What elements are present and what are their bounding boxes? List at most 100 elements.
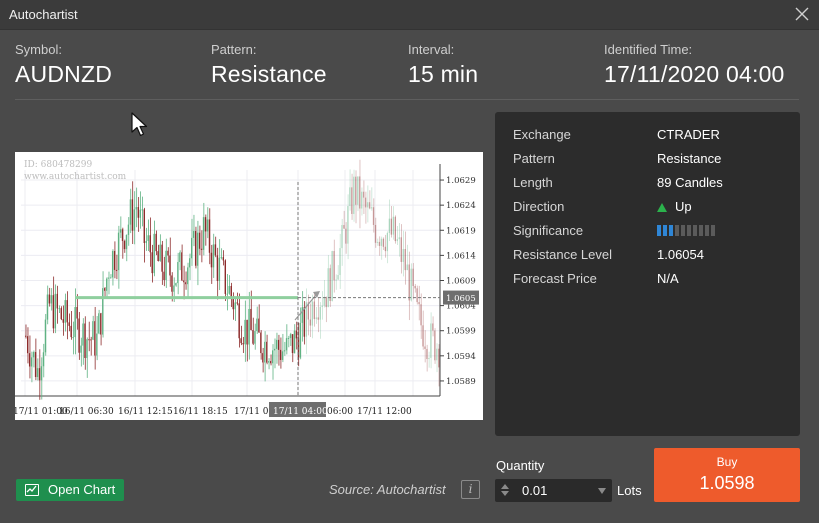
candle-body: [428, 357, 430, 360]
buy-button[interactable]: Buy 1.0598: [654, 448, 800, 502]
candle-body: [230, 285, 232, 298]
candle-body: [163, 271, 165, 281]
candle-body: [90, 339, 92, 341]
candle-body: [66, 300, 68, 323]
candle-body: [244, 319, 246, 345]
candle-body: [169, 255, 171, 276]
candle-body: [30, 357, 33, 367]
stepper-arrows-icon[interactable]: [501, 483, 510, 498]
chevron-down-icon[interactable]: [598, 488, 606, 494]
significance-segment: [657, 225, 661, 237]
candle-body: [50, 295, 53, 304]
details-panel: Exchange CTRADER Pattern Resistance Leng…: [495, 112, 800, 436]
candle-body: [275, 339, 278, 349]
candle-body: [250, 308, 252, 331]
candle-body: [398, 237, 400, 240]
symbol-block: Symbol: AUDNZD: [15, 42, 112, 88]
candle-body: [226, 293, 228, 295]
candle-body: [80, 345, 82, 353]
detail-key: Forecast Price: [513, 271, 597, 286]
candle-body: [289, 334, 292, 338]
y-tick-label: 1.0599: [446, 327, 476, 337]
candle-body: [388, 218, 390, 233]
candle-body: [36, 368, 39, 378]
significance-segment: [675, 225, 679, 237]
source-text: Source: Autochartist: [329, 482, 446, 497]
candle-body: [121, 229, 124, 242]
candle-body: [48, 294, 51, 304]
quantity-stepper[interactable]: 0.01: [495, 479, 612, 502]
candle-body: [351, 187, 353, 214]
identified-time-block: Identified Time: 17/11/2020 04:00: [604, 42, 785, 88]
candle-body: [420, 304, 422, 326]
info-icon[interactable]: i: [461, 480, 480, 499]
candle-body: [412, 268, 414, 286]
candle-body: [303, 307, 306, 337]
detail-key: Exchange: [513, 127, 571, 142]
candle-body: [370, 207, 373, 209]
pattern-chart[interactable]: 1.0629 1.0624 1.0619 1.0614 1.0609 1.0604 1.05…: [15, 152, 483, 420]
candle-body: [46, 294, 49, 320]
candle-body: [216, 255, 219, 281]
x-tick-label: 16/11 18:15: [173, 407, 228, 417]
candle-body: [374, 224, 377, 243]
candle-body: [380, 238, 383, 246]
candle-body: [181, 252, 183, 281]
candle-body: [416, 288, 418, 303]
open-chart-button[interactable]: Open Chart: [16, 479, 124, 501]
candle-body: [313, 301, 315, 320]
candle-body: [157, 251, 159, 262]
y-tick-label: 1.0594: [446, 352, 476, 362]
candle-body: [234, 302, 236, 310]
y-tick-label: 1.0619: [446, 226, 476, 236]
candle-body: [238, 303, 240, 339]
detail-value: 1.06054: [657, 247, 704, 262]
candle-body: [321, 305, 323, 307]
significance-segment: [681, 225, 685, 237]
candle-body: [392, 216, 394, 235]
candle-body: [185, 282, 187, 285]
detail-value: CTRADER: [657, 127, 720, 142]
candle-body: [319, 306, 321, 320]
candle-body: [143, 209, 145, 244]
candle-body: [343, 225, 345, 229]
candle-body: [281, 351, 284, 360]
candle-body: [145, 240, 147, 244]
candle-body: [317, 317, 319, 320]
candle-body: [254, 331, 256, 344]
candle-body: [147, 235, 149, 241]
candle-body: [84, 323, 86, 359]
candle-body: [270, 361, 272, 364]
y-tick-label: 1.0629: [446, 176, 476, 186]
candle-body: [191, 237, 193, 259]
candle-body: [113, 251, 116, 270]
candle-body: [123, 241, 126, 250]
detail-value: Resistance: [657, 151, 722, 166]
candle-body: [327, 268, 329, 308]
candle-body: [218, 257, 221, 281]
candle-body: [347, 206, 349, 244]
candle-body: [161, 244, 163, 272]
candle-body: [408, 264, 410, 301]
pattern-block: Pattern: Resistance: [211, 42, 327, 88]
candle-body: [60, 308, 62, 320]
quantity-value[interactable]: 0.01: [522, 483, 547, 498]
candle-body: [372, 207, 375, 225]
candle-body: [171, 275, 173, 292]
candle-body: [141, 209, 143, 211]
close-icon[interactable]: [793, 5, 811, 23]
candle-body: [360, 191, 363, 209]
candle-body: [252, 330, 254, 344]
candle-body: [196, 232, 199, 266]
symbol-value: AUDNZD: [15, 61, 113, 87]
interval-value: 15 min: [408, 61, 479, 87]
detail-value: N/A: [657, 271, 679, 286]
candle-body: [119, 229, 122, 233]
candle-body: [246, 319, 248, 345]
candle-body: [426, 348, 428, 360]
candle-body: [345, 228, 347, 244]
candle-body: [94, 321, 96, 356]
candle-body: [430, 323, 432, 358]
candle-body: [68, 322, 70, 326]
identified-time-label: Identified Time:: [604, 42, 693, 57]
